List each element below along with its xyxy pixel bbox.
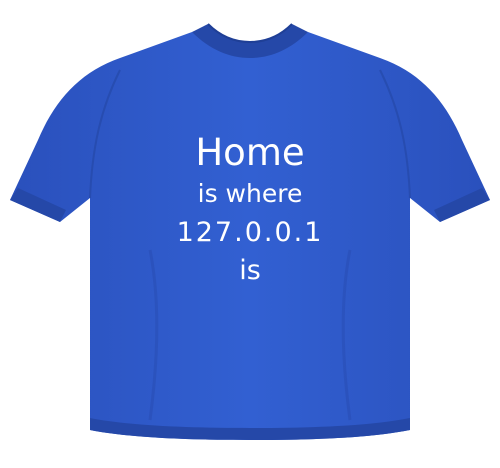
product-photo: Home is where 127.0.0.1 is <box>0 0 500 468</box>
print-line-ip-address: 127.0.0.1 <box>176 217 324 248</box>
print-line-is: is <box>239 255 261 286</box>
print-line-home: Home <box>195 131 305 174</box>
shirt-print: Home is where 127.0.0.1 is <box>130 130 370 288</box>
print-line-is-where: is where <box>197 179 303 208</box>
